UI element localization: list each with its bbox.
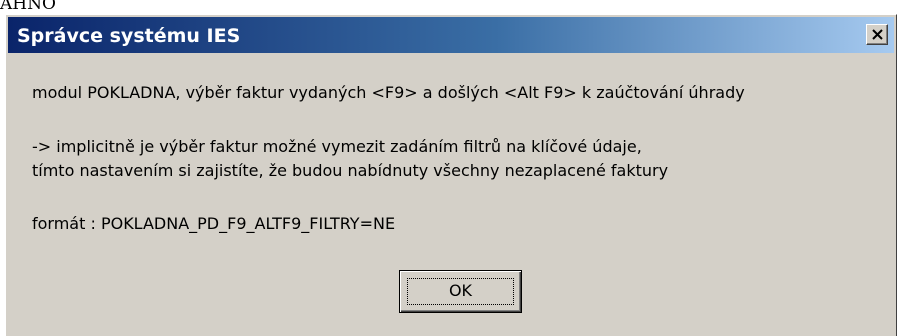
message-line-3: tímto nastavením si zajistíte, že budou …	[32, 161, 669, 180]
close-icon	[872, 29, 883, 40]
message-line-2: -> implicitně je výběr faktur možné vyme…	[32, 137, 642, 156]
message-line-1: modul POKLADNA, výběr faktur vydaných <F…	[32, 83, 745, 102]
dialog-titlebar[interactable]: Správce systému IES	[8, 17, 894, 53]
message-line-4: formát : POKLADNA_PD_F9_ALTF9_FILTRY=NE	[32, 214, 396, 233]
background-text-fragment: ÁHNO	[0, 0, 56, 14]
message-dialog: Správce systému IES modul POKLADNA, výbě…	[5, 14, 897, 336]
dialog-title: Správce systému IES	[17, 25, 241, 47]
ok-button-label: OK	[448, 281, 473, 300]
ok-button[interactable]: OK	[399, 270, 522, 313]
close-button[interactable]	[866, 24, 888, 45]
